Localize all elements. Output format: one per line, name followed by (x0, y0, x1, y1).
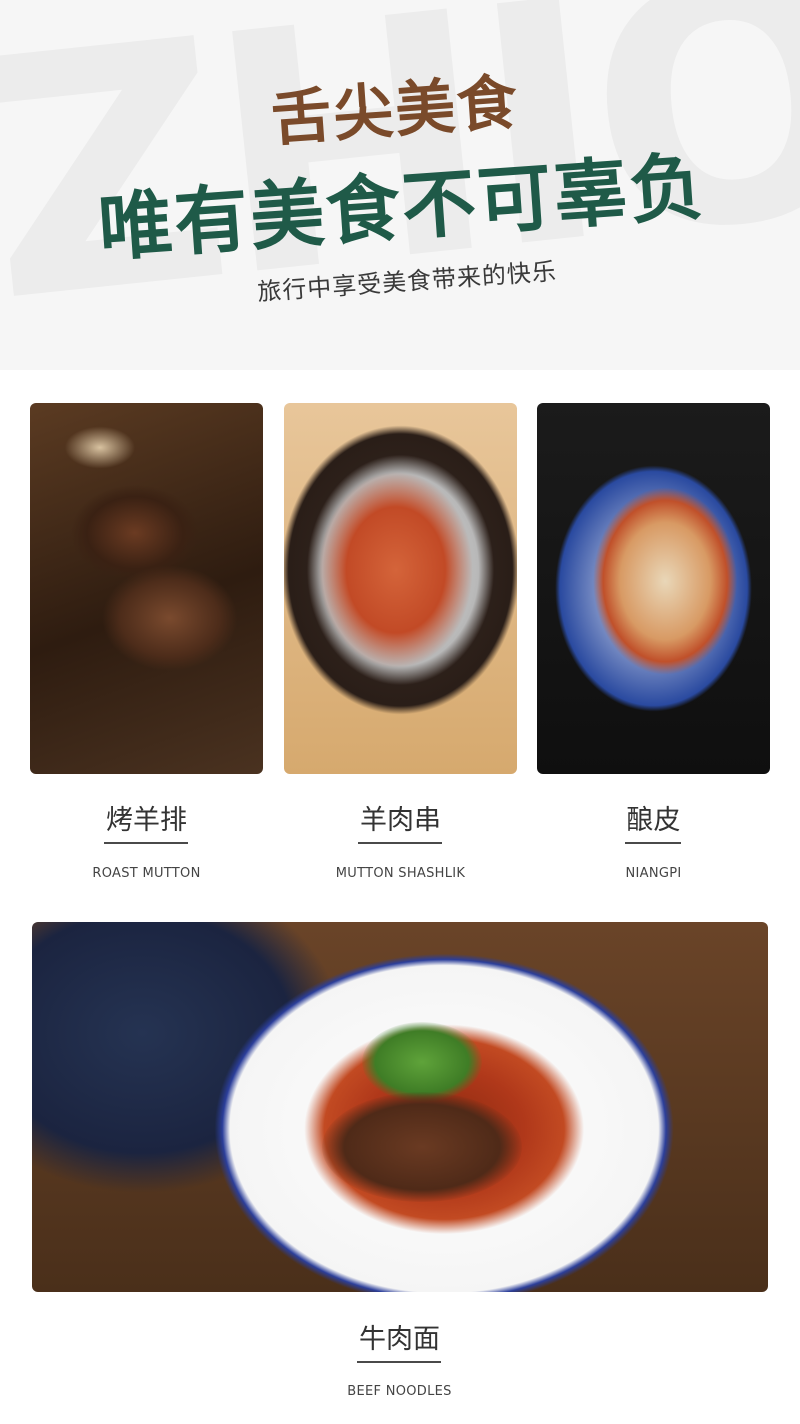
roast-mutton-photo (30, 403, 263, 774)
beef-slices (322, 1092, 522, 1202)
dish-name-en: MUTTON SHASHLIK (335, 866, 466, 881)
dish-name-cn: 牛肉面 (359, 1324, 440, 1355)
beef-noodles-photo (32, 922, 768, 1292)
divider-line (358, 842, 442, 844)
headline-group: 舌尖美食 唯有美食不可辜负 旅行中享受美食带来的快乐 (0, 0, 800, 370)
dish-name-en: ROAST MUTTON (92, 866, 201, 881)
hero-banner: ZHION 舌尖美食 唯有美食不可辜负 旅行中享受美食带来的快乐 (0, 0, 800, 370)
divider-line (104, 842, 188, 844)
cilantro-garnish (362, 1022, 482, 1102)
dish-name-cn: 烤羊排 (106, 805, 187, 836)
niangpi-photo (537, 403, 770, 774)
dish-name-cn: 羊肉串 (360, 805, 441, 836)
dish-name-en: NIANGPI (625, 866, 682, 881)
dish-name-en: BEEF NOODLES (347, 1384, 452, 1399)
mutton-shashlik-photo (284, 403, 517, 774)
divider-line (357, 1361, 441, 1363)
divider-line (625, 842, 681, 844)
dish-name-cn: 酿皮 (626, 805, 681, 836)
